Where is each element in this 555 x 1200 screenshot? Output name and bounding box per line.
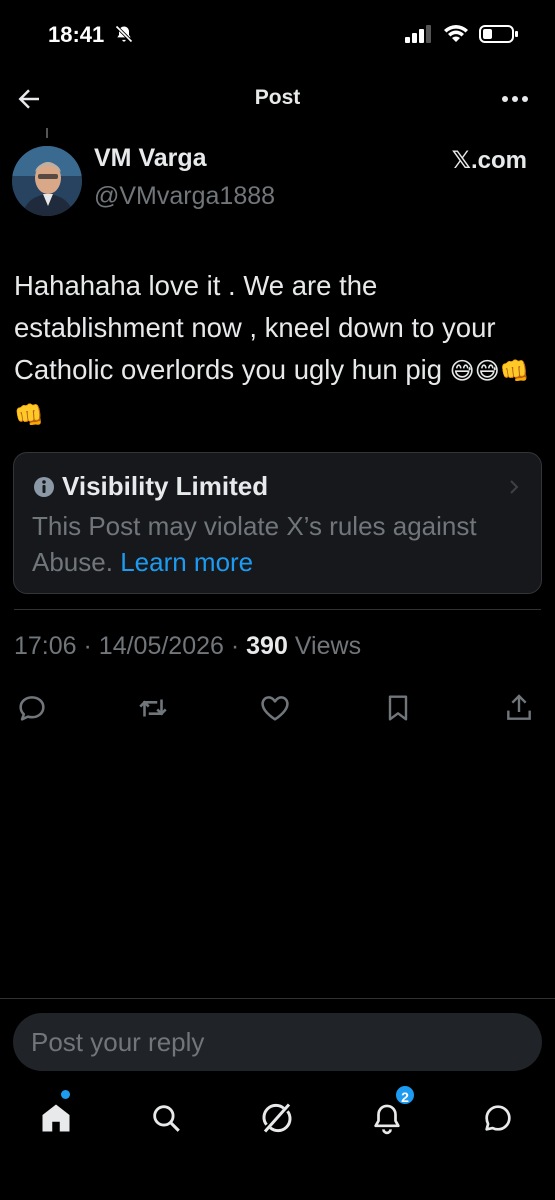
battery-icon [479,25,518,43]
tab-bar: 2 [0,1084,555,1150]
reply-button[interactable] [12,688,52,728]
status-time: 18:41 [48,22,105,47]
repost-icon [139,699,167,717]
post-meta: 17:06 · 14/05/2026 · 390 Views [14,632,361,661]
post-time: 17:06 [14,632,77,660]
like-icon [261,696,289,721]
chevron-right-icon [510,480,519,494]
nav-header: Post [0,78,555,122]
visibility-title: Visibility Limited [62,471,269,501]
like-button[interactable] [255,688,295,728]
views-count[interactable]: 390 [246,632,288,660]
visibility-body: This Post may violate X’s rules against … [32,508,502,580]
share-icon [507,694,531,720]
avatar[interactable] [12,146,82,216]
post-body: Hahahaha love it . We are the establishm… [14,270,496,385]
reply-icon [19,696,45,721]
more-icon[interactable] [499,86,531,112]
learn-more-link[interactable]: Learn more [120,547,253,577]
bookmark-icon [388,695,408,721]
bell-slash-icon [115,25,133,43]
divider [0,998,555,999]
repost-button[interactable] [133,688,173,728]
messages-icon [485,1105,511,1131]
tab-messages[interactable] [478,1098,518,1138]
reply-input[interactable]: Post your reply [13,1013,542,1071]
wifi-icon [444,25,468,42]
divider [14,609,541,610]
action-bar [0,688,555,728]
author-name[interactable]: VM Varga [94,144,207,173]
meta-separator: · [230,632,240,660]
author-handle[interactable]: @VMvarga1888 [94,182,275,211]
cellular-signal-icon [405,25,431,43]
page-title: Post [254,86,301,109]
grok-icon [262,1103,292,1133]
notifications-icon [374,1104,400,1135]
post-date: 14/05/2026 [98,632,224,660]
thread-connector [46,128,48,138]
post-text: Hahahaha love it . We are the establishm… [14,265,534,437]
tab-search[interactable] [146,1098,186,1138]
source-badge[interactable]: 𝕏.com [452,146,527,175]
bookmark-button[interactable] [378,688,418,728]
status-bar: 18:41 [0,0,555,70]
home-icon [42,1104,70,1132]
tab-grok[interactable] [257,1098,297,1138]
visibility-limited-card[interactable]: Visibility Limited This Post may violate… [13,452,542,594]
views-label: Views [294,632,362,660]
search-icon [153,1105,180,1132]
reply-placeholder: Post your reply [31,1027,205,1057]
tab-home[interactable] [36,1098,76,1138]
avatar-photo [12,146,82,216]
visibility-message: This Post may violate X’s rules against … [32,511,477,577]
share-button[interactable] [499,688,539,728]
notification-count-badge: 2 [394,1084,416,1106]
info-icon [34,477,54,497]
meta-separator: · [83,632,92,660]
home-unread-dot [61,1090,70,1099]
